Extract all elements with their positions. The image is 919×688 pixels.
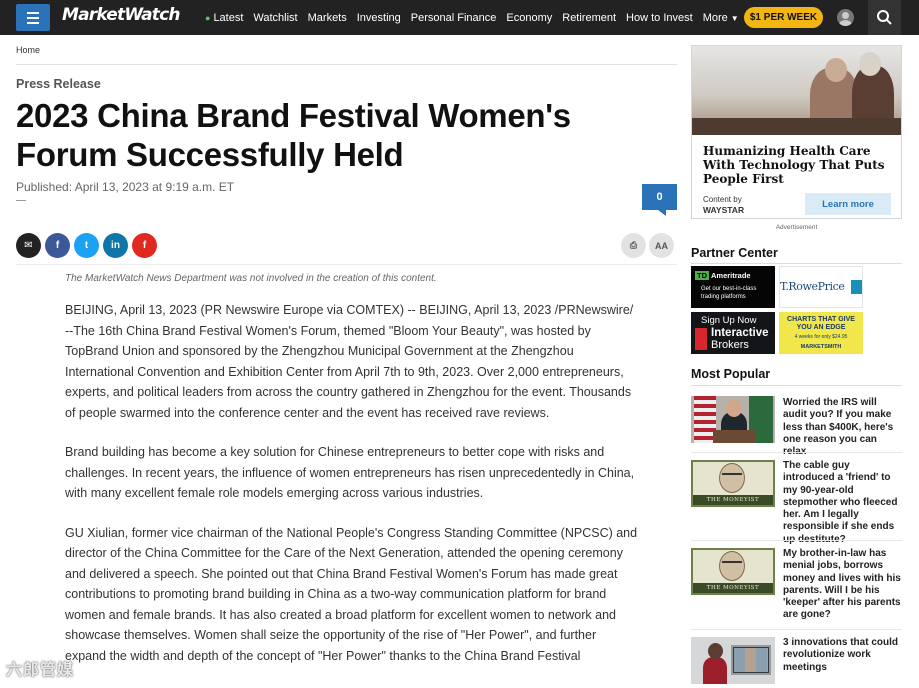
ad-image xyxy=(692,46,901,135)
divider xyxy=(691,385,902,386)
partner-td-tagline: Get our best-in-class trading platforms xyxy=(701,286,757,300)
caret-down-icon: ▼ xyxy=(730,13,739,23)
ib-logo-icon xyxy=(695,328,707,350)
td-logo-icon: TD xyxy=(695,271,709,280)
share-bar: ✉ f t in f xyxy=(16,233,161,258)
article-headline: 2023 China Brand Festival Women's Forum … xyxy=(16,97,571,173)
most-popular-thumbnail[interactable] xyxy=(691,396,775,443)
article-disclaimer: The MarketWatch News Department was not … xyxy=(65,273,437,284)
nav-link-how-to-invest[interactable]: How to Invest xyxy=(626,12,693,24)
learn-more-button[interactable]: Learn more xyxy=(805,193,891,215)
facebook-share-icon[interactable]: f xyxy=(45,233,70,258)
partner-trowe-brand: T.RowePrice xyxy=(780,280,845,293)
partner-interactive-brokers[interactable]: Sign Up Now Interactive Brokers xyxy=(691,312,775,354)
nav-link-watchlist[interactable]: Watchlist xyxy=(253,12,297,24)
nav-link-personal-finance[interactable]: Personal Finance xyxy=(411,12,497,24)
most-popular-headline[interactable]: My brother-in-law has menial jobs, borro… xyxy=(783,548,903,622)
nav-link-economy[interactable]: Economy xyxy=(506,12,552,24)
divider xyxy=(16,64,677,65)
article-paragraph: Brand building has become a key solution… xyxy=(65,445,635,500)
most-popular-thumbnail[interactable]: THE MONEYIST xyxy=(691,548,775,595)
divider xyxy=(691,629,902,630)
ad-title: Humanizing Health Care With Technology T… xyxy=(703,144,885,186)
nav-link-investing[interactable]: Investing xyxy=(357,12,401,24)
user-account-icon[interactable] xyxy=(837,9,854,26)
divider xyxy=(691,452,902,453)
most-popular-heading: Most Popular xyxy=(691,367,771,381)
most-popular-thumbnail[interactable]: THE MONEYIST xyxy=(691,460,775,507)
partner-marketsmith[interactable]: CHARTS THAT GIVE YOU AN EDGE 4 weeks for… xyxy=(779,312,863,354)
nav-link-retirement[interactable]: Retirement xyxy=(562,12,616,24)
divider xyxy=(16,200,26,201)
divider xyxy=(691,540,902,541)
partner-t-rowe-price[interactable]: T.RowePrice xyxy=(779,266,863,308)
divider xyxy=(16,264,677,265)
search-icon xyxy=(877,10,892,25)
nav-link-more[interactable]: More ▼ xyxy=(703,12,739,24)
ad-sponsor-name: WAYSTAR xyxy=(703,205,745,215)
sponsored-ad[interactable]: Humanizing Health Care With Technology T… xyxy=(691,45,902,219)
most-popular-headline[interactable]: Worried the IRS will audit you? If you m… xyxy=(783,397,903,458)
partner-center-heading: Partner Center xyxy=(691,246,778,260)
published-timestamp: Published: April 13, 2023 at 9:19 a.m. E… xyxy=(16,180,235,194)
bighorn-logo-icon xyxy=(851,280,862,294)
partner-ib-brand-line2: Brokers xyxy=(711,339,749,351)
partner-ib-signup: Sign Up Now xyxy=(701,315,757,326)
partner-td-brand: Ameritrade xyxy=(711,271,751,280)
search-button[interactable] xyxy=(868,0,901,35)
nav-link-label: Latest xyxy=(213,11,244,24)
partner-ib-brand-line1: Interactive xyxy=(711,327,769,339)
breadcrumb[interactable]: Home xyxy=(16,45,40,55)
partner-ms-headline: CHARTS THAT GIVE YOU AN EDGE xyxy=(787,316,855,331)
watermark: 六郎管媒 xyxy=(6,662,75,679)
partner-td-ameritrade[interactable]: TD Ameritrade Get our best-in-class tradi… xyxy=(691,266,775,308)
article-body: BEIJING, April 13, 2023 (PR Newswire Eur… xyxy=(65,300,640,685)
nav-link-latest[interactable]: ● Latest xyxy=(205,12,243,24)
top-navigation: MarketWatch ● Latest Watchlist Markets In… xyxy=(0,0,919,35)
subscribe-button[interactable]: $1 PER WEEK xyxy=(744,7,823,28)
nav-link-label: More xyxy=(702,11,728,24)
article-paragraph: GU Xiulian, former vice chairman of the … xyxy=(65,525,638,663)
advertisement-label: Advertisement xyxy=(775,224,818,231)
marketwatch-logo[interactable]: MarketWatch xyxy=(62,5,181,25)
text-size-icon[interactable]: AA xyxy=(649,233,674,258)
article-kicker: Press Release xyxy=(16,77,101,91)
partner-ms-offer: 4 weeks for only $24.95 xyxy=(794,334,848,340)
most-popular-thumbnail[interactable] xyxy=(691,637,775,684)
partner-ms-brand: MARKETSMITH xyxy=(800,344,842,350)
nav-link-markets[interactable]: Markets xyxy=(308,12,347,24)
print-icon[interactable]: ⎙ xyxy=(621,233,646,258)
linkedin-share-icon[interactable]: in xyxy=(103,233,128,258)
moneyist-caption: THE MONEYIST xyxy=(693,583,773,593)
most-popular-headline[interactable]: The cable guy introduced a 'friend' to m… xyxy=(783,460,903,546)
twitter-share-icon[interactable]: t xyxy=(74,233,99,258)
divider xyxy=(691,263,902,264)
hamburger-menu-button[interactable] xyxy=(16,4,50,31)
article-paragraph: BEIJING, April 13, 2023 (PR Newswire Eur… xyxy=(65,303,634,420)
moneyist-caption: THE MONEYIST xyxy=(693,495,773,505)
most-popular-headline[interactable]: 3 innovations that could revolutionize w… xyxy=(783,637,903,674)
flipboard-share-icon[interactable]: f xyxy=(132,233,157,258)
comment-count-badge[interactable]: 0 xyxy=(642,184,677,216)
ad-sponsor: Content by WAYSTAR xyxy=(703,195,744,216)
ad-content-by-label: Content by xyxy=(703,195,742,204)
nav-links: ● Latest Watchlist Markets Investing Pers… xyxy=(205,0,749,35)
email-share-icon[interactable]: ✉ xyxy=(16,233,41,258)
live-dot-icon: ● xyxy=(205,12,211,23)
